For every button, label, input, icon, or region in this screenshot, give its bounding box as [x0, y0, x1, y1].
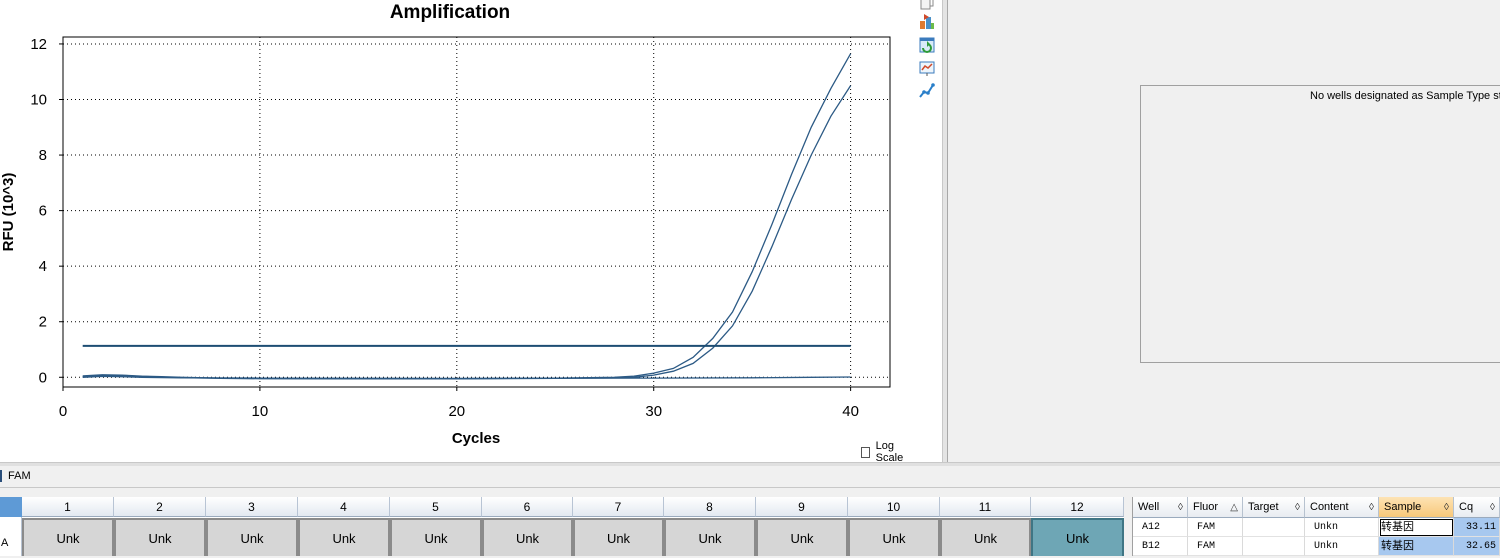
- panel-gap: [1124, 497, 1132, 556]
- y-tick-label: 12: [30, 36, 47, 53]
- grid-cell-content[interactable]: Unkn: [1305, 537, 1379, 556]
- grid-header-label: Fluor: [1193, 501, 1219, 513]
- column-header-10[interactable]: 10: [848, 497, 940, 517]
- grid-cell-fluor[interactable]: FAM: [1188, 537, 1243, 556]
- grid-header-sample[interactable]: Sample ◊: [1379, 497, 1454, 518]
- standard-curve-panel: No wells designated as Sample Type sta: [948, 0, 1500, 462]
- well-A6[interactable]: Unk: [482, 518, 573, 556]
- grid-cell-target[interactable]: [1243, 537, 1305, 556]
- well-A4[interactable]: Unk: [298, 518, 390, 556]
- sort-icon[interactable]: ◊: [1295, 497, 1300, 518]
- well-A1[interactable]: Unk: [22, 518, 114, 556]
- chart-title: Amplification: [390, 2, 510, 23]
- well-A5[interactable]: Unk: [390, 518, 482, 556]
- well-A9[interactable]: Unk: [756, 518, 848, 556]
- y-tick-label: 4: [39, 258, 47, 275]
- grid-header-cq[interactable]: Cq ◊: [1454, 497, 1500, 518]
- column-header-9[interactable]: 9: [756, 497, 848, 517]
- well-A11[interactable]: Unk: [940, 518, 1031, 556]
- x-tick-label: 0: [59, 403, 67, 420]
- well-A7[interactable]: Unk: [573, 518, 664, 556]
- grid-cell-target[interactable]: [1243, 518, 1305, 537]
- log-scale-toggle[interactable]: Log Scale: [861, 440, 912, 464]
- grid-header-label: Target: [1248, 501, 1279, 513]
- plot-area: [62, 36, 891, 388]
- grid-header-label: Content: [1310, 501, 1349, 513]
- grid-header-label: Well: [1138, 501, 1160, 513]
- sort-icon[interactable]: △: [1230, 497, 1238, 518]
- y-tick-label: 6: [39, 203, 47, 220]
- y-axis-label: RFU (10^3): [0, 173, 17, 252]
- grid-cell-cq[interactable]: 33.11: [1454, 518, 1500, 537]
- x-tick-label: 20: [448, 403, 465, 420]
- grid-header-fluor[interactable]: Fluor △: [1188, 497, 1243, 518]
- well-A2[interactable]: Unk: [114, 518, 206, 556]
- y-tick-label: 10: [30, 92, 47, 109]
- grid-header-label: Sample: [1384, 501, 1422, 513]
- column-header-11[interactable]: 11: [940, 497, 1031, 517]
- refresh-icon[interactable]: [918, 36, 936, 54]
- fluorophore-checkbox[interactable]: [0, 470, 2, 482]
- column-header-1[interactable]: 1: [22, 497, 114, 517]
- grid-header-well[interactable]: Well ◊: [1133, 497, 1188, 518]
- column-header-7[interactable]: 7: [573, 497, 664, 517]
- amplification-chart-panel: Amplification RFU (10^3) Cycles 0 10 20 30 4…: [0, 0, 912, 464]
- sort-icon[interactable]: ◊: [1369, 497, 1374, 518]
- amplification-chart[interactable]: Amplification RFU (10^3) Cycles 0 10 20 30 4…: [0, 0, 912, 462]
- grid-cell-fluor[interactable]: FAM: [1188, 518, 1243, 537]
- column-header-5[interactable]: 5: [390, 497, 482, 517]
- log-scale-checkbox[interactable]: [861, 446, 870, 458]
- grid-cell-well[interactable]: A12: [1133, 518, 1188, 537]
- fluorophore-bar: FAM: [0, 466, 1500, 488]
- results-grid: Well ◊ Fluor △ Target ◊ Content ◊ Sample ◊ Cq ◊ A12…: [1132, 497, 1500, 556]
- grid-header-label: Cq: [1459, 501, 1474, 513]
- x-tick-label: 30: [645, 403, 662, 420]
- grid-cell-cq[interactable]: 32.65: [1454, 537, 1500, 556]
- well-A8[interactable]: Unk: [664, 518, 756, 556]
- grid-header-target[interactable]: Target ◊: [1243, 497, 1305, 518]
- copy-icon[interactable]: [918, 0, 936, 10]
- chart-settings-icon[interactable]: [918, 59, 936, 77]
- well-A3[interactable]: Unk: [206, 518, 298, 556]
- chart-toolbar: [912, 0, 942, 462]
- column-header-12[interactable]: 12: [1031, 497, 1124, 517]
- y-tick-label: 2: [39, 314, 47, 331]
- column-header-4[interactable]: 4: [298, 497, 390, 517]
- sort-icon[interactable]: ◊: [1490, 497, 1495, 518]
- grid-header-content[interactable]: Content ◊: [1305, 497, 1379, 518]
- well-A10[interactable]: Unk: [848, 518, 940, 556]
- standard-curve-message: No wells designated as Sample Type sta: [1310, 90, 1500, 102]
- plate-select-all[interactable]: [0, 497, 22, 517]
- row-header-A[interactable]: A: [0, 517, 22, 556]
- export-icon[interactable]: [918, 13, 936, 31]
- column-header-6[interactable]: 6: [482, 497, 573, 517]
- x-axis-label: Cycles: [452, 430, 500, 447]
- y-tick-label: 8: [39, 147, 47, 164]
- sort-icon[interactable]: ◊: [1444, 497, 1449, 518]
- standard-curve-chart: No wells designated as Sample Type sta: [1140, 85, 1500, 363]
- fluorophore-label[interactable]: FAM: [8, 470, 31, 482]
- grid-cell-sample[interactable]: 转基因: [1379, 537, 1454, 556]
- log-scale-label: Log Scale: [875, 440, 904, 464]
- column-header-2[interactable]: 2: [114, 497, 206, 517]
- grid-cell-sample[interactable]: 转基因: [1379, 518, 1454, 537]
- grid-cell-well[interactable]: B12: [1133, 537, 1188, 556]
- x-tick-label: 10: [252, 403, 269, 420]
- well-A12[interactable]: Unk: [1031, 518, 1124, 556]
- column-header-3[interactable]: 3: [206, 497, 298, 517]
- plate-view: 1 2 3 4 5 6 7 8 9 10 11 12 A Unk Unk Unk Unk Unk Unk Unk U…: [0, 497, 1124, 556]
- grid-cell-content[interactable]: Unkn: [1305, 518, 1379, 537]
- column-header-8[interactable]: 8: [664, 497, 756, 517]
- x-tick-label: 40: [842, 403, 859, 420]
- y-tick-label: 0: [39, 369, 47, 386]
- curve-icon[interactable]: [918, 82, 936, 100]
- sort-icon[interactable]: ◊: [1178, 497, 1183, 518]
